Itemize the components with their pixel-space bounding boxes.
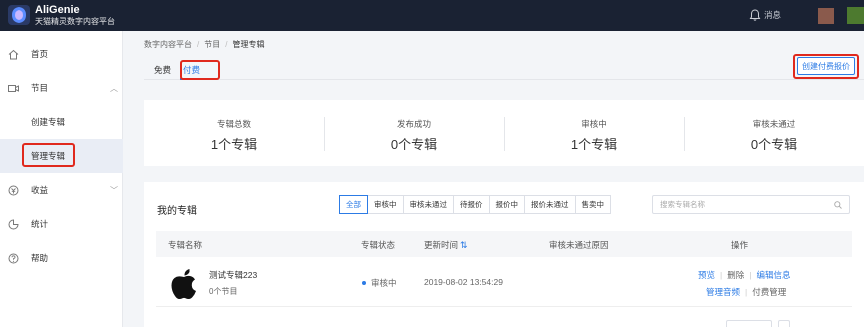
filter-quoting[interactable]: 报价中 — [488, 195, 525, 214]
column-header-label: 更新时间 — [424, 240, 459, 250]
stat-reviewing: 审核中 1个专辑 — [504, 100, 684, 166]
stat-title: 专辑总数 — [216, 119, 251, 129]
filter-on-sale[interactable]: 售卖中 — [574, 195, 611, 214]
stat-rejected: 审核未通过 0个专辑 — [684, 100, 864, 166]
sidebar-item-label: 首页 — [31, 49, 49, 59]
stat-value: 1个专辑 — [570, 137, 618, 152]
edit-info-link[interactable]: 编辑信息 — [756, 270, 790, 280]
avatar[interactable] — [818, 8, 834, 24]
sidebar-item-label: 节目 — [31, 83, 49, 93]
stat-published: 发布成功 0个专辑 — [324, 100, 504, 166]
column-header: 专辑名称 — [168, 240, 203, 250]
stat-title: 审核中 — [581, 119, 607, 129]
pie-chart-icon — [8, 218, 19, 229]
search-icon[interactable] — [834, 201, 842, 209]
top-bar: AliGenie 天猫精灵数字内容平台 消息 — [0, 0, 864, 31]
tab-free[interactable]: 免费 — [154, 64, 171, 76]
status-filter-group: 全部 审核中 审核未通过 待报价 报价中 报价未通过 售卖中 — [339, 195, 611, 214]
manage-audio-link[interactable]: 管理音频 — [706, 287, 740, 297]
column-header: 操作 — [731, 240, 749, 250]
user-menu-icon[interactable] — [847, 7, 864, 24]
breadcrumb: 数字内容平台 / 节目 / 管理专辑 — [144, 40, 265, 49]
brand: AliGenie 天猫精灵数字内容平台 — [35, 4, 115, 27]
filter-all[interactable]: 全部 — [339, 195, 368, 214]
stat-value: 1个专辑 — [210, 137, 258, 152]
chevron-down-icon: ﹀ — [110, 185, 118, 195]
chevron-up-icon: ︿ — [110, 83, 118, 93]
paid-management-link[interactable]: 付费管理 — [752, 287, 786, 297]
albums-panel: 我的专辑 全部 审核中 审核未通过 待报价 报价中 报价未通过 售卖中 搜索专辑… — [144, 182, 864, 327]
delete-link[interactable]: 删除 — [727, 270, 744, 280]
album-program-count: 0个节目 — [209, 287, 238, 296]
brand-name: AliGenie — [35, 4, 80, 16]
pagination-page-button[interactable] — [778, 320, 790, 327]
album-cover-apple-icon — [171, 269, 196, 299]
tab-bar: 免费 付费 — [144, 58, 864, 80]
filter-reviewing[interactable]: 审核中 — [367, 195, 404, 214]
column-header: 专辑状态 — [361, 240, 396, 250]
album-status: 审核中 — [371, 278, 397, 288]
home-icon — [8, 49, 19, 59]
stat-value: 0个专辑 — [390, 137, 438, 152]
brand-subtitle: 天猫精灵数字内容平台 — [35, 17, 115, 26]
sidebar: 首页 节目 ︿ 创建专辑 管理专辑 收益 ﹀ 统计 帮助 — [0, 31, 123, 327]
stat-total: 专辑总数 1个专辑 — [144, 100, 324, 166]
sidebar-item-label: 帮助 — [31, 253, 49, 263]
albums-title: 我的专辑 — [157, 206, 197, 217]
stat-title: 审核未通过 — [752, 119, 796, 129]
messages-link[interactable]: 消息 — [764, 9, 781, 21]
breadcrumb-current: 管理专辑 — [232, 40, 265, 49]
pagination-size-select[interactable] — [726, 320, 772, 327]
aligenie-logo-icon — [8, 5, 30, 25]
sidebar-item-help[interactable]: 帮助 — [0, 241, 123, 275]
stats-panel: 专辑总数 1个专辑 发布成功 0个专辑 审核中 1个专辑 审核未通过 0个专辑 — [144, 100, 864, 166]
sort-icon[interactable]: ⇅ — [460, 240, 468, 251]
sidebar-item-home[interactable]: 首页 — [0, 37, 123, 71]
sidebar-item-revenue[interactable]: 收益 ﹀ — [0, 173, 123, 207]
sidebar-item-label: 统计 — [31, 219, 49, 229]
sidebar-item-label: 收益 — [31, 185, 49, 195]
album-name[interactable]: 测试专辑223 — [209, 269, 257, 281]
stat-value: 0个专辑 — [750, 137, 798, 152]
money-icon — [8, 185, 19, 195]
stat-title: 发布成功 — [396, 119, 431, 129]
filter-pending-quote[interactable]: 待报价 — [453, 195, 490, 214]
table-header: 专辑名称 专辑状态 更新时间 ⇅ 审核未通过原因 操作 — [156, 231, 852, 257]
sidebar-item-statistics[interactable]: 统计 — [0, 207, 123, 241]
video-icon — [8, 84, 19, 92]
help-icon — [8, 253, 19, 263]
filter-quote-rejected[interactable]: 报价未通过 — [524, 195, 576, 214]
sidebar-item-create-album[interactable]: 创建专辑 — [0, 105, 123, 139]
filter-rejected[interactable]: 审核未通过 — [402, 195, 454, 214]
highlight-box — [180, 60, 220, 80]
status-dot-icon — [362, 281, 366, 285]
bell-icon[interactable] — [748, 8, 762, 22]
column-header: 审核未通过原因 — [549, 240, 609, 250]
highlight-box — [22, 143, 75, 167]
table-row: 测试专辑223 0个节目 审核中 2019-08-02 13:54:29 预览 |… — [156, 257, 852, 307]
album-updated-time: 2019-08-02 13:54:29 — [424, 277, 503, 287]
breadcrumb-item[interactable]: 数字内容平台 — [144, 40, 192, 49]
sidebar-item-label: 创建专辑 — [31, 117, 66, 127]
breadcrumb-item[interactable]: 节目 — [204, 40, 220, 49]
column-header-sortable[interactable]: 更新时间 ⇅ — [424, 239, 468, 251]
sidebar-item-programs[interactable]: 节目 ︿ — [0, 71, 123, 105]
preview-link[interactable]: 预览 — [698, 270, 715, 280]
search-input[interactable]: 搜索专辑名称 — [652, 195, 850, 214]
highlight-box — [793, 54, 859, 79]
